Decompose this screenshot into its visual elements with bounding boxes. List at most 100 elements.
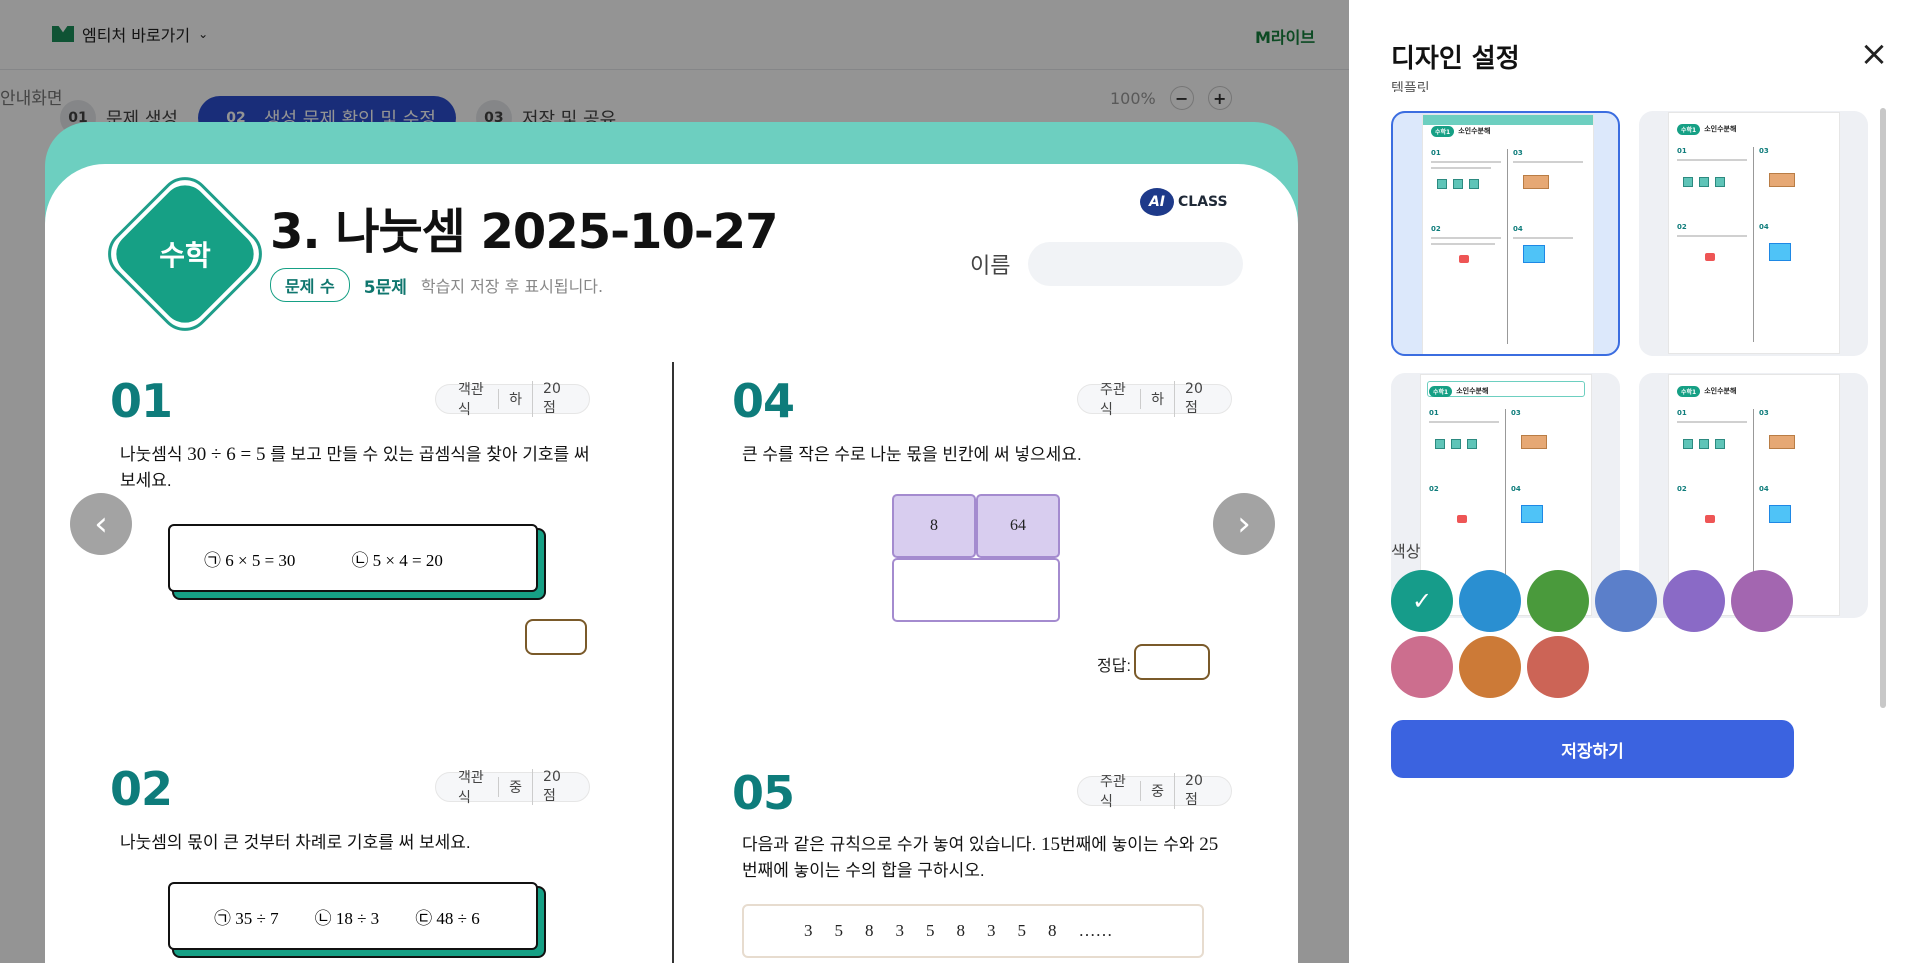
- template-option-2[interactable]: 수학1 소인수분해 01 03 02 04: [1639, 111, 1868, 356]
- color-swatch-4[interactable]: [1595, 570, 1657, 632]
- sequence-item: 5: [926, 921, 935, 940]
- question-tags: 객관식 중 20점: [435, 769, 590, 806]
- answer-box: [525, 619, 587, 655]
- question-text-part: 다음과 같은 규칙으로 수가 놓여 있습니다.: [742, 835, 1041, 854]
- color-swatch-1[interactable]: ✓: [1391, 570, 1453, 632]
- template-block-icon: [1523, 175, 1549, 189]
- template-title: 소인수분해: [1458, 127, 1491, 135]
- sequence-item: 5: [1017, 921, 1027, 940]
- template-q-number: 02: [1431, 225, 1441, 233]
- template-text-line: [1429, 421, 1499, 423]
- name-row: 이름: [970, 242, 1244, 286]
- template-shape-icon: [1457, 515, 1467, 523]
- worksheet-title: 3. 나눗셈 2025-10-27: [270, 204, 779, 260]
- template-option-1[interactable]: 수학1 소인수분해 01 03 02 04: [1391, 111, 1620, 356]
- sequence-item: ……: [1078, 921, 1113, 940]
- template-text-line: [1677, 421, 1747, 423]
- grid-cell-answer: [892, 558, 1060, 622]
- template-cube-icon: [1467, 439, 1477, 449]
- template-header: 수학1 소인수분해: [1677, 121, 1736, 137]
- color-swatch-7[interactable]: [1391, 636, 1453, 698]
- next-page-button[interactable]: ›: [1213, 493, 1275, 555]
- question-math: 15: [1040, 834, 1060, 855]
- template-text-line: [1677, 235, 1747, 237]
- template-preview: 수학1 소인수분해 01 03 02 04: [1669, 113, 1839, 353]
- app-root: 엠티처 바로가기 ⌄ M라이브 안내화면 01 문제 생성 02 생성 문제 확…: [0, 0, 1908, 963]
- sequence-item: 3: [895, 921, 905, 940]
- question-04: 04 주관식 하 20점 큰 수를 작은 수로 나눈 몫을 빈칸에 써 넣으세요…: [732, 374, 1232, 680]
- sequence-item: 8: [865, 921, 874, 940]
- template-subject-chip: 수학1: [1429, 385, 1453, 397]
- template-subject-chip: 수학1: [1677, 123, 1701, 135]
- color-swatch-5[interactable]: [1663, 570, 1725, 632]
- template-box-icon: [1521, 505, 1543, 523]
- prev-page-button[interactable]: ‹: [70, 493, 132, 555]
- points-tag: 20점: [1174, 773, 1219, 809]
- template-divider: [1507, 149, 1508, 344]
- design-settings-panel: 디자인 설정 × 템플릿 수학1 소인수분해 01 03 02 04 수학1 소…: [1349, 0, 1908, 963]
- template-cube-icon: [1715, 439, 1725, 449]
- points-tag: 20점: [532, 381, 577, 417]
- subject-label: 수학: [159, 239, 211, 272]
- choice-1: ㉠ 6 × 5 = 30: [204, 550, 296, 570]
- template-divider: [1753, 147, 1754, 342]
- template-preview: 수학1 소인수분해 01 03 02 04: [1423, 115, 1593, 354]
- worksheet-meta: 문제 수 5문제 학습지 저장 후 표시됩니다.: [270, 268, 603, 302]
- sequence-item: 5: [834, 921, 844, 940]
- scrollbar-thumb[interactable]: [1880, 108, 1886, 708]
- template-subject-chip: 수학1: [1431, 125, 1455, 137]
- template-header: 수학1 소인수분해: [1431, 123, 1490, 139]
- template-cube-icon: [1451, 439, 1461, 449]
- save-button[interactable]: 저장하기: [1391, 720, 1794, 778]
- choice-box: ㉠ 6 × 5 = 30 ㉡ 5 × 4 = 20: [168, 524, 538, 592]
- choice-box: ㉠ 35 ÷ 7 ㉡ 18 ÷ 3 ㉢ 48 ÷ 6: [168, 882, 538, 950]
- question-text: 나눗셈의 몫이 큰 것부터 차례로 기호를 써 보세요.: [120, 833, 471, 852]
- template-q-number: 01: [1431, 149, 1441, 157]
- color-swatch-6[interactable]: [1731, 570, 1793, 632]
- worksheet-body: 수학 3. 나눗셈 2025-10-27 문제 수 5문제 학습지 저장 후 표…: [45, 164, 1298, 963]
- color-swatch-9[interactable]: [1527, 636, 1589, 698]
- color-swatch-2[interactable]: [1459, 570, 1521, 632]
- question-math: 30 ÷ 6 = 5: [187, 444, 266, 465]
- grid-cell-right: 64: [976, 494, 1060, 558]
- difficulty-tag: 중: [1140, 781, 1174, 801]
- template-text-line: [1431, 161, 1501, 163]
- worksheet-preview: 수학 3. 나눗셈 2025-10-27 문제 수 5문제 학습지 저장 후 표…: [45, 122, 1298, 963]
- sequence-item: 3: [804, 921, 813, 940]
- close-icon[interactable]: ×: [1859, 37, 1889, 71]
- template-shape-icon: [1705, 253, 1715, 261]
- choice-3: ㉢ 48 ÷ 6: [415, 908, 480, 928]
- template-cube-icon: [1435, 439, 1445, 449]
- template-header: 수학1 소인수분해: [1429, 383, 1488, 399]
- division-grid: 8 64: [892, 494, 1062, 624]
- answer-box: [1134, 644, 1210, 680]
- template-q-number: 03: [1759, 409, 1769, 417]
- template-q-number: 01: [1677, 147, 1687, 155]
- question-02: 02 객관식 중 20점 나눗셈의 몫이 큰 것부터 차례로 기호를 써 보세요…: [110, 762, 590, 963]
- choice-2: ㉡ 5 × 4 = 20: [351, 550, 443, 570]
- answer-label: 정답:: [1097, 658, 1131, 675]
- template-q-number: 04: [1759, 485, 1769, 493]
- color-swatch-8[interactable]: [1459, 636, 1521, 698]
- question-tags: 주관식 중 20점: [1077, 773, 1232, 810]
- question-text: 큰 수를 작은 수로 나눈 몫을 빈칸에 써 넣으세요.: [742, 445, 1082, 464]
- template-text-line: [1513, 237, 1573, 239]
- template-cube-icon: [1683, 177, 1693, 187]
- ai-class-logo: AI CLASS: [1140, 188, 1228, 216]
- sequence-item: 8: [956, 921, 966, 940]
- subject-badge: 수학: [97, 166, 273, 342]
- template-q-number: 03: [1513, 149, 1523, 157]
- points-tag: 20점: [532, 769, 577, 805]
- template-block-icon: [1769, 435, 1795, 449]
- ai-badge: AI: [1140, 188, 1174, 216]
- color-swatch-3[interactable]: [1527, 570, 1589, 632]
- question-tags: 객관식 하 20점: [435, 381, 590, 418]
- template-q-number: 03: [1511, 409, 1521, 417]
- template-q-number: 01: [1429, 409, 1439, 417]
- sequence-item: 3: [987, 921, 996, 940]
- template-shape-icon: [1459, 255, 1469, 263]
- sequence-item: 8: [1048, 921, 1057, 940]
- template-cube-icon: [1437, 179, 1447, 189]
- question-count-pill: 문제 수: [270, 268, 350, 302]
- panel-title: 디자인 설정: [1391, 44, 1520, 74]
